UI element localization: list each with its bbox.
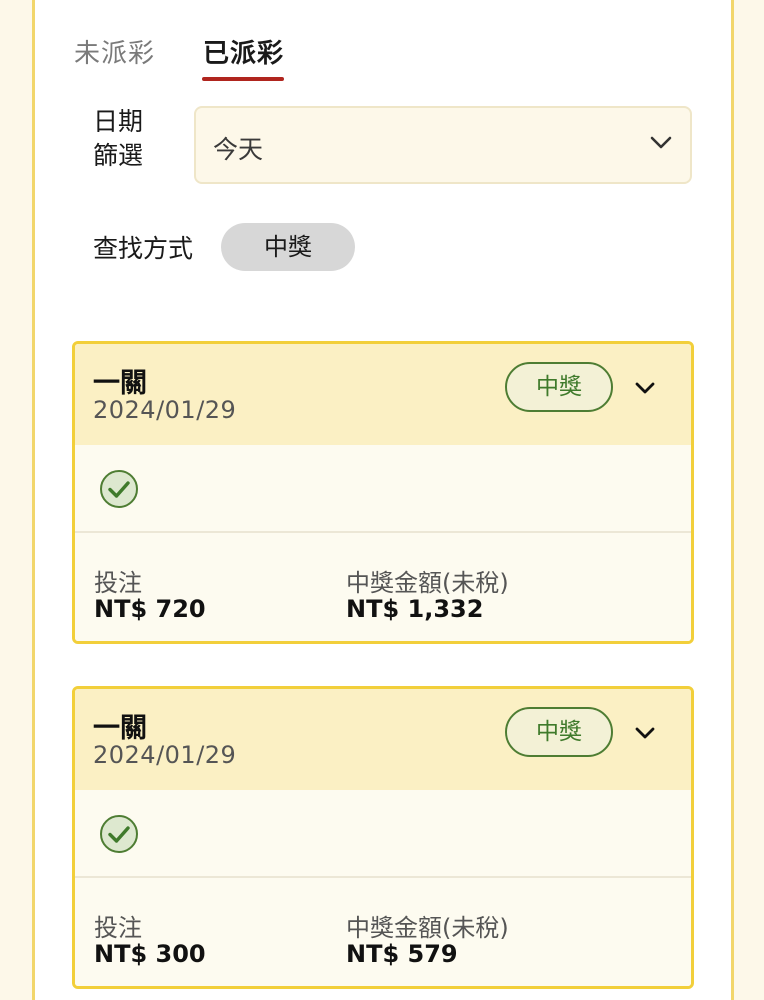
ticket-status-row xyxy=(75,445,691,533)
win-status-badge: 中獎 xyxy=(505,707,613,757)
ticket-card[interactable]: 一關 2024/01/29 中獎 投注 NT$ 720 中獎金額(未稅) NT$… xyxy=(72,341,694,644)
bet-amount-value: NT$ 720 xyxy=(94,595,206,623)
ticket-amounts: 投注 NT$ 300 中獎金額(未稅) NT$ 579 xyxy=(75,878,691,986)
ticket-date: 2024/01/29 xyxy=(93,741,237,769)
win-amount-label: 中獎金額(未稅) xyxy=(346,914,509,942)
check-circle-icon xyxy=(100,815,138,853)
ticket-title: 一關 xyxy=(93,713,147,744)
win-amount-value: NT$ 579 xyxy=(346,940,458,968)
ticket-card-header[interactable]: 一關 2024/01/29 中獎 xyxy=(75,344,691,445)
search-method-chip-win[interactable]: 中獎 xyxy=(221,223,355,271)
tab-unsettled[interactable]: 未派彩 xyxy=(74,33,155,70)
date-filter-value: 今天 xyxy=(213,135,264,164)
active-tab-indicator xyxy=(202,77,284,81)
tab-settled[interactable]: 已派彩 xyxy=(203,33,284,70)
ticket-card-header[interactable]: 一關 2024/01/29 中獎 xyxy=(75,689,691,790)
ticket-amounts: 投注 NT$ 720 中獎金額(未稅) NT$ 1,332 xyxy=(75,533,691,641)
chevron-down-icon xyxy=(650,136,672,149)
check-circle-icon xyxy=(100,470,138,508)
ticket-status-row xyxy=(75,790,691,878)
ticket-date: 2024/01/29 xyxy=(93,396,237,424)
date-filter-label: 日期篩選 xyxy=(93,107,144,170)
bet-amount-label: 投注 xyxy=(94,569,142,597)
bet-amount-label: 投注 xyxy=(94,914,142,942)
win-amount-value: NT$ 1,332 xyxy=(346,595,484,623)
bet-history-panel: 未派彩 已派彩 日期篩選 今天 查找方式 中獎 一關 2024/01/29 中獎… xyxy=(32,0,734,1000)
chevron-down-icon[interactable] xyxy=(635,382,655,395)
date-filter-select[interactable]: 今天 xyxy=(194,106,692,184)
win-status-badge: 中獎 xyxy=(505,362,613,412)
ticket-card[interactable]: 一關 2024/01/29 中獎 投注 NT$ 300 中獎金額(未稅) NT$… xyxy=(72,686,694,989)
bet-amount-value: NT$ 300 xyxy=(94,940,206,968)
chevron-down-icon[interactable] xyxy=(635,727,655,740)
ticket-title: 一關 xyxy=(93,368,147,399)
search-method-label: 查找方式 xyxy=(93,234,194,263)
win-amount-label: 中獎金額(未稅) xyxy=(346,569,509,597)
